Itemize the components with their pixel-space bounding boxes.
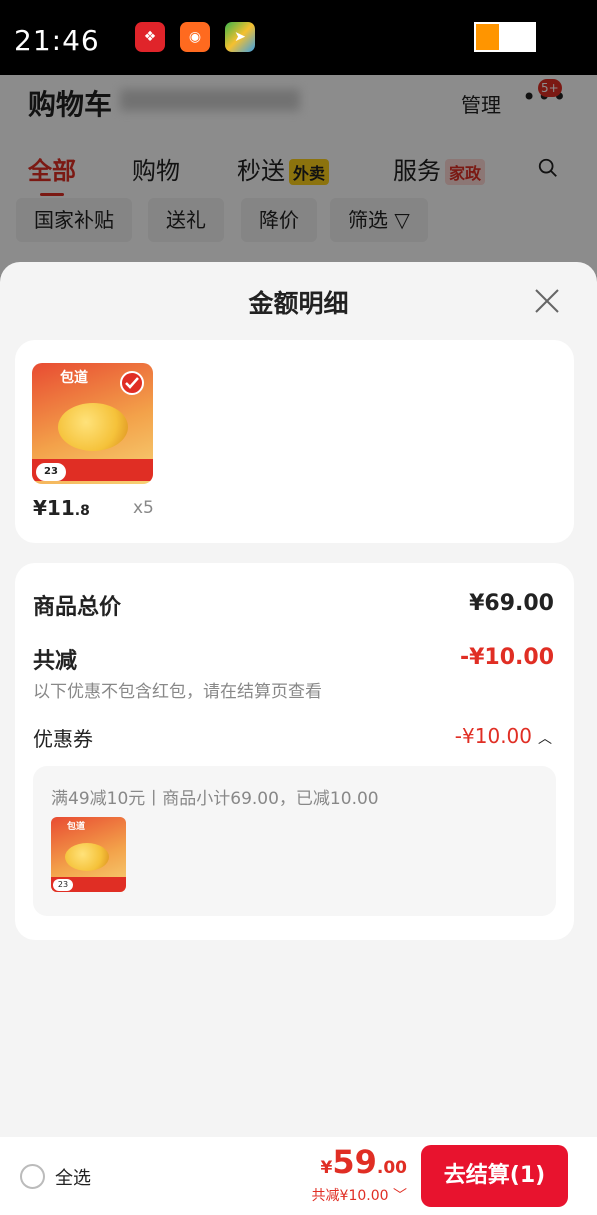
product-thumbnail[interactable]: 包道 23 bbox=[32, 363, 153, 484]
checkout-bar: 全选 ¥59.00 共减¥10.00 ﹀ 去结算(1) bbox=[0, 1137, 597, 1215]
coupon-product-thumbnail: 包道 23 bbox=[51, 817, 126, 892]
select-all-label[interactable]: 全选 bbox=[55, 1164, 91, 1190]
goods-total-label: 商品总价 bbox=[33, 595, 122, 620]
checkout-button[interactable]: 去结算(1) bbox=[421, 1145, 568, 1207]
select-all-radio[interactable] bbox=[20, 1164, 45, 1189]
summary-card: 商品总价 ¥69.00 共减 -¥10.00 以下优惠不包含红包，请在结算页查看… bbox=[15, 563, 574, 940]
coupon-detail: 满49减10元丨商品小计69.00，已减10.00 bbox=[51, 789, 379, 809]
amount-detail-sheet: 金额明细 包道 23 ¥11.8 x5 商品总价 ¥69.00 共减 -¥10.… bbox=[0, 262, 597, 1215]
item-card: 包道 23 ¥11.8 x5 bbox=[15, 340, 574, 543]
chevron-down-icon: ﹀ bbox=[393, 1188, 407, 1204]
total-int: 59 bbox=[332, 1143, 377, 1181]
goods-total-value: ¥69.00 bbox=[469, 591, 554, 616]
thumb-brand: 包道 bbox=[60, 370, 88, 386]
food-image bbox=[58, 403, 128, 451]
item-price-int: ¥11 bbox=[33, 496, 75, 520]
discount-label: 共减 bbox=[33, 649, 78, 674]
coupon-detail-box: 满49减10元丨商品小计69.00，已减10.00 包道 23 bbox=[33, 766, 556, 916]
food-image bbox=[65, 843, 109, 871]
item-price: ¥11.8 bbox=[33, 496, 90, 520]
thumb-badge: 23 bbox=[36, 463, 66, 481]
battery-fill bbox=[476, 24, 500, 50]
sheet-title: 金额明细 bbox=[248, 289, 349, 318]
item-quantity: x5 bbox=[133, 498, 154, 518]
item-price-dec: .8 bbox=[74, 503, 90, 519]
saved-amount: 共减¥10.00 bbox=[311, 1188, 389, 1204]
thumb-badge: 23 bbox=[53, 879, 73, 891]
close-icon bbox=[535, 289, 559, 313]
total-price: ¥59.00 bbox=[321, 1143, 408, 1181]
coupon-value: -¥10.00 bbox=[454, 724, 532, 748]
kuaishou-icon: ◉ bbox=[180, 22, 210, 52]
saved-amount-toggle[interactable]: 共减¥10.00 ﹀ bbox=[312, 1185, 407, 1205]
coupon-toggle[interactable]: -¥10.00 ︿ bbox=[455, 724, 552, 748]
pinduoduo-icon: ❖ bbox=[135, 22, 165, 52]
coupon-label: 优惠券 bbox=[33, 727, 93, 751]
total-yen: ¥ bbox=[320, 1158, 333, 1178]
total-dec: .00 bbox=[376, 1158, 407, 1178]
close-button[interactable] bbox=[532, 286, 562, 316]
battery-icon bbox=[474, 22, 536, 52]
discount-value: -¥10.00 bbox=[459, 645, 554, 670]
selected-check-icon bbox=[120, 371, 144, 395]
thumb-brand: 包道 bbox=[67, 822, 86, 832]
chevron-up-icon: ︿ bbox=[538, 731, 552, 747]
status-time: 21:46 bbox=[14, 24, 100, 57]
map-icon: ➤ bbox=[225, 22, 255, 52]
status-bar: 21:46 ❖ ◉ ➤ bbox=[0, 0, 597, 75]
discount-note: 以下优惠不包含红包，请在结算页查看 bbox=[33, 682, 322, 702]
